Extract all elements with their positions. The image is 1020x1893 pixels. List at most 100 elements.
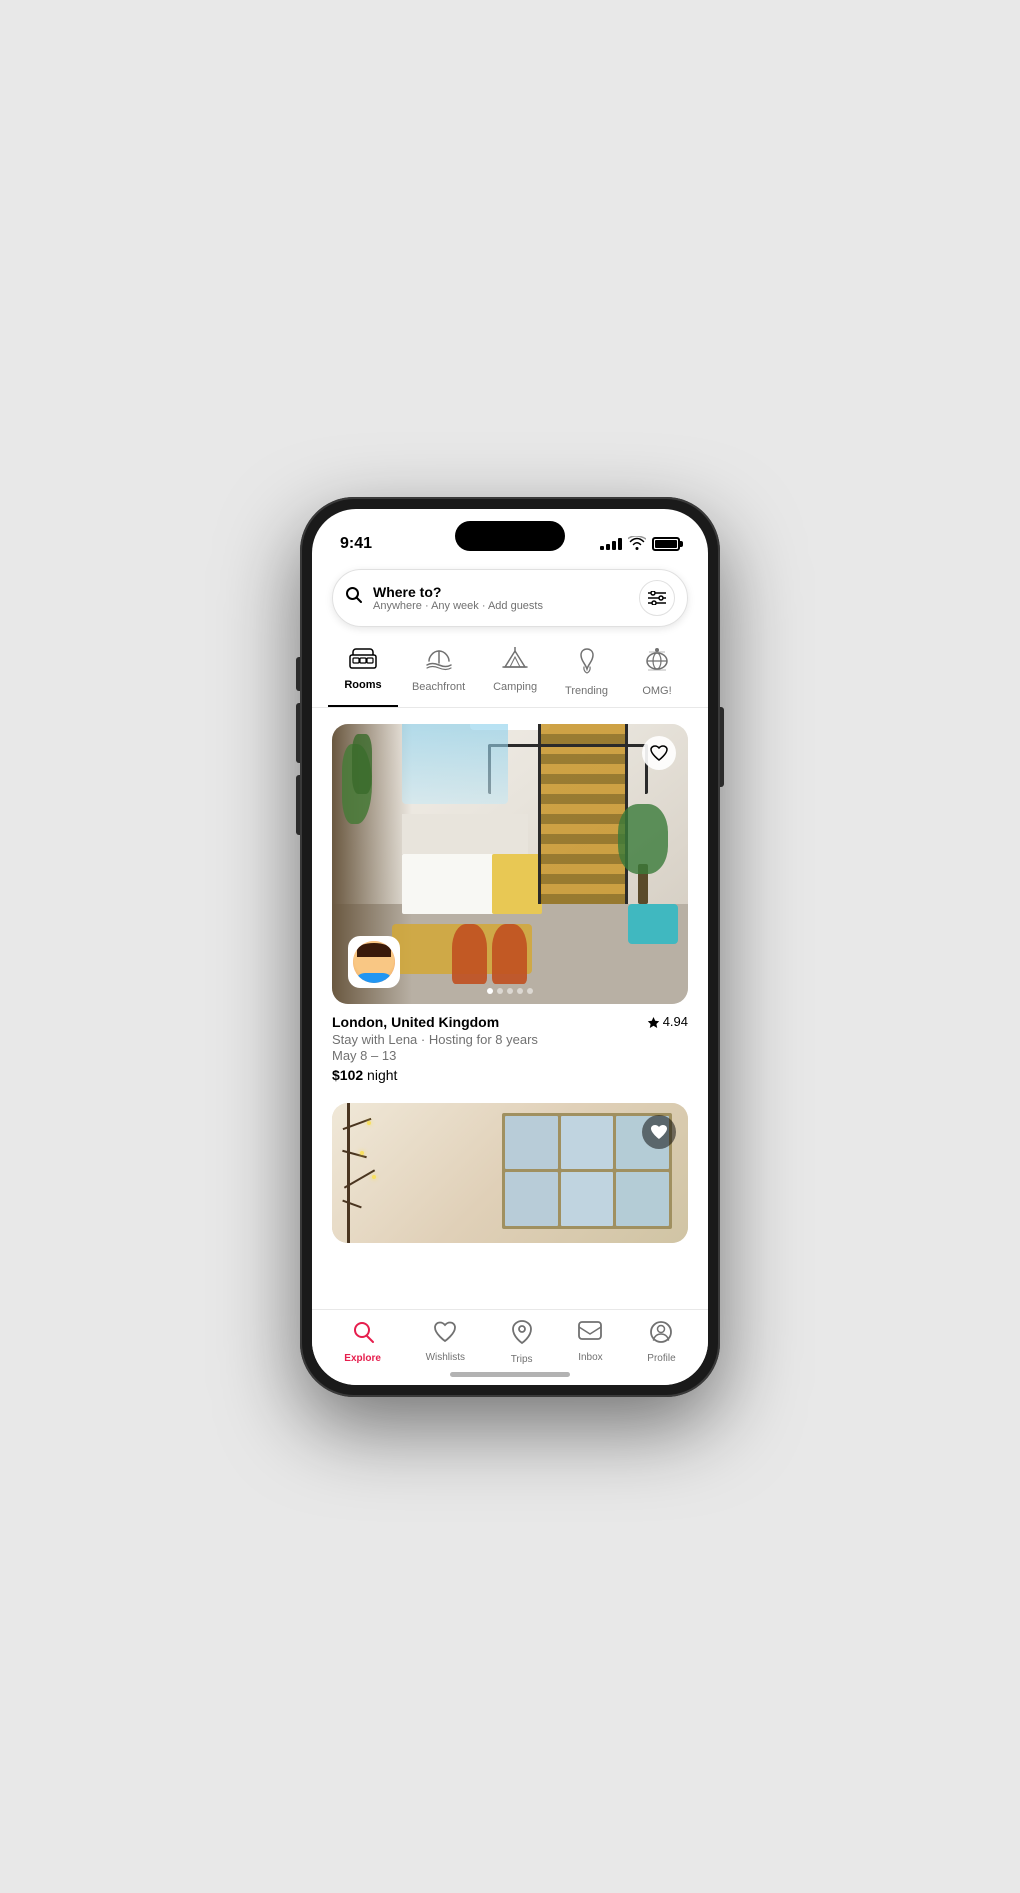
nav-wishlists-label: Wishlists xyxy=(426,1352,465,1363)
search-title: Where to? xyxy=(373,584,639,600)
listing-top-row: London, United Kingdom 4.94 xyxy=(332,1014,688,1030)
wishlists-icon xyxy=(433,1321,457,1349)
wishlist-heart-1[interactable] xyxy=(642,736,676,770)
host-avatar-1 xyxy=(348,936,400,988)
chair-1 xyxy=(452,924,487,984)
status-time: 9:41 xyxy=(340,535,372,553)
explore-icon xyxy=(351,1320,375,1350)
phone-screen: 9:41 xyxy=(312,509,708,1385)
trending-icon xyxy=(575,647,599,681)
price-unit: night xyxy=(367,1067,397,1083)
nav-inbox-label: Inbox xyxy=(578,1352,602,1363)
tab-beachfront-label: Beachfront xyxy=(412,681,465,693)
price-amount: $102 xyxy=(332,1067,363,1083)
branch-main xyxy=(347,1103,350,1243)
tab-rooms[interactable]: Rooms xyxy=(328,639,398,707)
tab-omg-label: OMG! xyxy=(642,685,671,697)
phone-frame: 9:41 xyxy=(300,497,720,1397)
planter-box xyxy=(628,904,678,944)
plant-2 xyxy=(352,734,372,794)
listing-card-1[interactable]: London, United Kingdom 4.94 Stay with Le… xyxy=(312,708,708,1095)
nav-wishlists[interactable]: Wishlists xyxy=(416,1317,475,1367)
wifi-icon xyxy=(628,536,646,553)
nav-profile-label: Profile xyxy=(647,1353,675,1364)
main-content: London, United Kingdom 4.94 Stay with Le… xyxy=(312,708,708,1309)
beachfront-icon xyxy=(425,647,453,677)
avatar-hair xyxy=(357,943,391,957)
listing-image-1 xyxy=(332,724,688,1004)
tab-camping-label: Camping xyxy=(493,681,537,693)
nav-profile[interactable]: Profile xyxy=(637,1316,685,1368)
inbox-icon xyxy=(578,1321,602,1349)
search-subtitle: Anywhere · Any week · Add guests xyxy=(373,600,639,612)
volume-down-button[interactable] xyxy=(296,775,300,835)
rooms-icon xyxy=(349,647,377,675)
plant-leaves xyxy=(618,804,668,874)
tab-trending-label: Trending xyxy=(565,685,608,697)
room-photo-2 xyxy=(332,1103,688,1243)
listing-host-line: Stay with Lena · Hosting for 8 years xyxy=(332,1032,688,1047)
avatar-image xyxy=(353,941,395,983)
light-2 xyxy=(360,1151,364,1155)
avatar-face xyxy=(353,941,395,983)
skylight xyxy=(402,724,508,804)
trips-icon xyxy=(510,1319,534,1351)
category-tabs: Rooms Beachfront xyxy=(312,639,708,708)
tab-beachfront[interactable]: Beachfront xyxy=(398,639,479,707)
listing-info-1: London, United Kingdom 4.94 Stay with Le… xyxy=(332,1004,688,1087)
volume-up-button[interactable] xyxy=(296,703,300,763)
pane-2 xyxy=(561,1116,614,1170)
nav-trips-label: Trips xyxy=(511,1354,533,1365)
dynamic-island xyxy=(455,521,565,551)
signal-bars-icon xyxy=(600,538,622,550)
light-1 xyxy=(367,1121,371,1125)
battery-icon xyxy=(652,537,680,551)
chair-2 xyxy=(492,924,527,984)
wishlist-heart-2[interactable] xyxy=(642,1115,676,1149)
nav-trips[interactable]: Trips xyxy=(500,1315,544,1369)
mute-button[interactable] xyxy=(296,657,300,691)
listing-price: $102 night xyxy=(332,1067,688,1083)
listing-image-2 xyxy=(332,1103,688,1243)
dot-5 xyxy=(527,988,533,994)
light-3 xyxy=(372,1175,376,1179)
status-icons xyxy=(600,536,680,553)
camping-icon xyxy=(501,647,529,677)
listing-rating: 4.94 xyxy=(647,1014,688,1029)
signal-bar-4 xyxy=(618,538,622,550)
listing-card-2[interactable] xyxy=(312,1095,708,1243)
dot-3 xyxy=(507,988,513,994)
tab-omg[interactable]: OMG! xyxy=(622,639,692,707)
omg-icon xyxy=(643,647,671,681)
power-button[interactable] xyxy=(720,707,724,787)
right-plant xyxy=(618,804,668,904)
pane-6 xyxy=(616,1172,669,1226)
upper-cabinets xyxy=(402,814,528,854)
tab-trending[interactable]: Trending xyxy=(551,639,622,707)
rating-value: 4.94 xyxy=(663,1014,688,1029)
listing-location: London, United Kingdom xyxy=(332,1014,499,1030)
search-section: Where to? Anywhere · Any week · Add gues… xyxy=(312,561,708,639)
listing-dates: May 8 – 13 xyxy=(332,1048,688,1063)
profile-icon xyxy=(649,1320,673,1350)
top-railing xyxy=(488,744,648,794)
search-text: Where to? Anywhere · Any week · Add gues… xyxy=(373,584,639,612)
search-bar[interactable]: Where to? Anywhere · Any week · Add gues… xyxy=(332,569,688,627)
signal-bar-1 xyxy=(600,546,604,550)
nav-explore[interactable]: Explore xyxy=(334,1316,391,1368)
signal-bar-3 xyxy=(612,541,616,550)
oven xyxy=(492,854,542,914)
filter-button[interactable] xyxy=(639,580,675,616)
avatar-body xyxy=(355,973,393,983)
pane-5 xyxy=(561,1172,614,1226)
image-dots xyxy=(487,988,533,994)
tab-rooms-label: Rooms xyxy=(344,679,381,691)
dot-2 xyxy=(497,988,503,994)
nav-inbox[interactable]: Inbox xyxy=(568,1317,612,1367)
home-indicator xyxy=(450,1372,570,1377)
nav-explore-label: Explore xyxy=(344,1353,381,1364)
dot-4 xyxy=(517,988,523,994)
tab-camping[interactable]: Camping xyxy=(479,639,551,707)
pane-4 xyxy=(505,1172,558,1226)
pane-1 xyxy=(505,1116,558,1170)
